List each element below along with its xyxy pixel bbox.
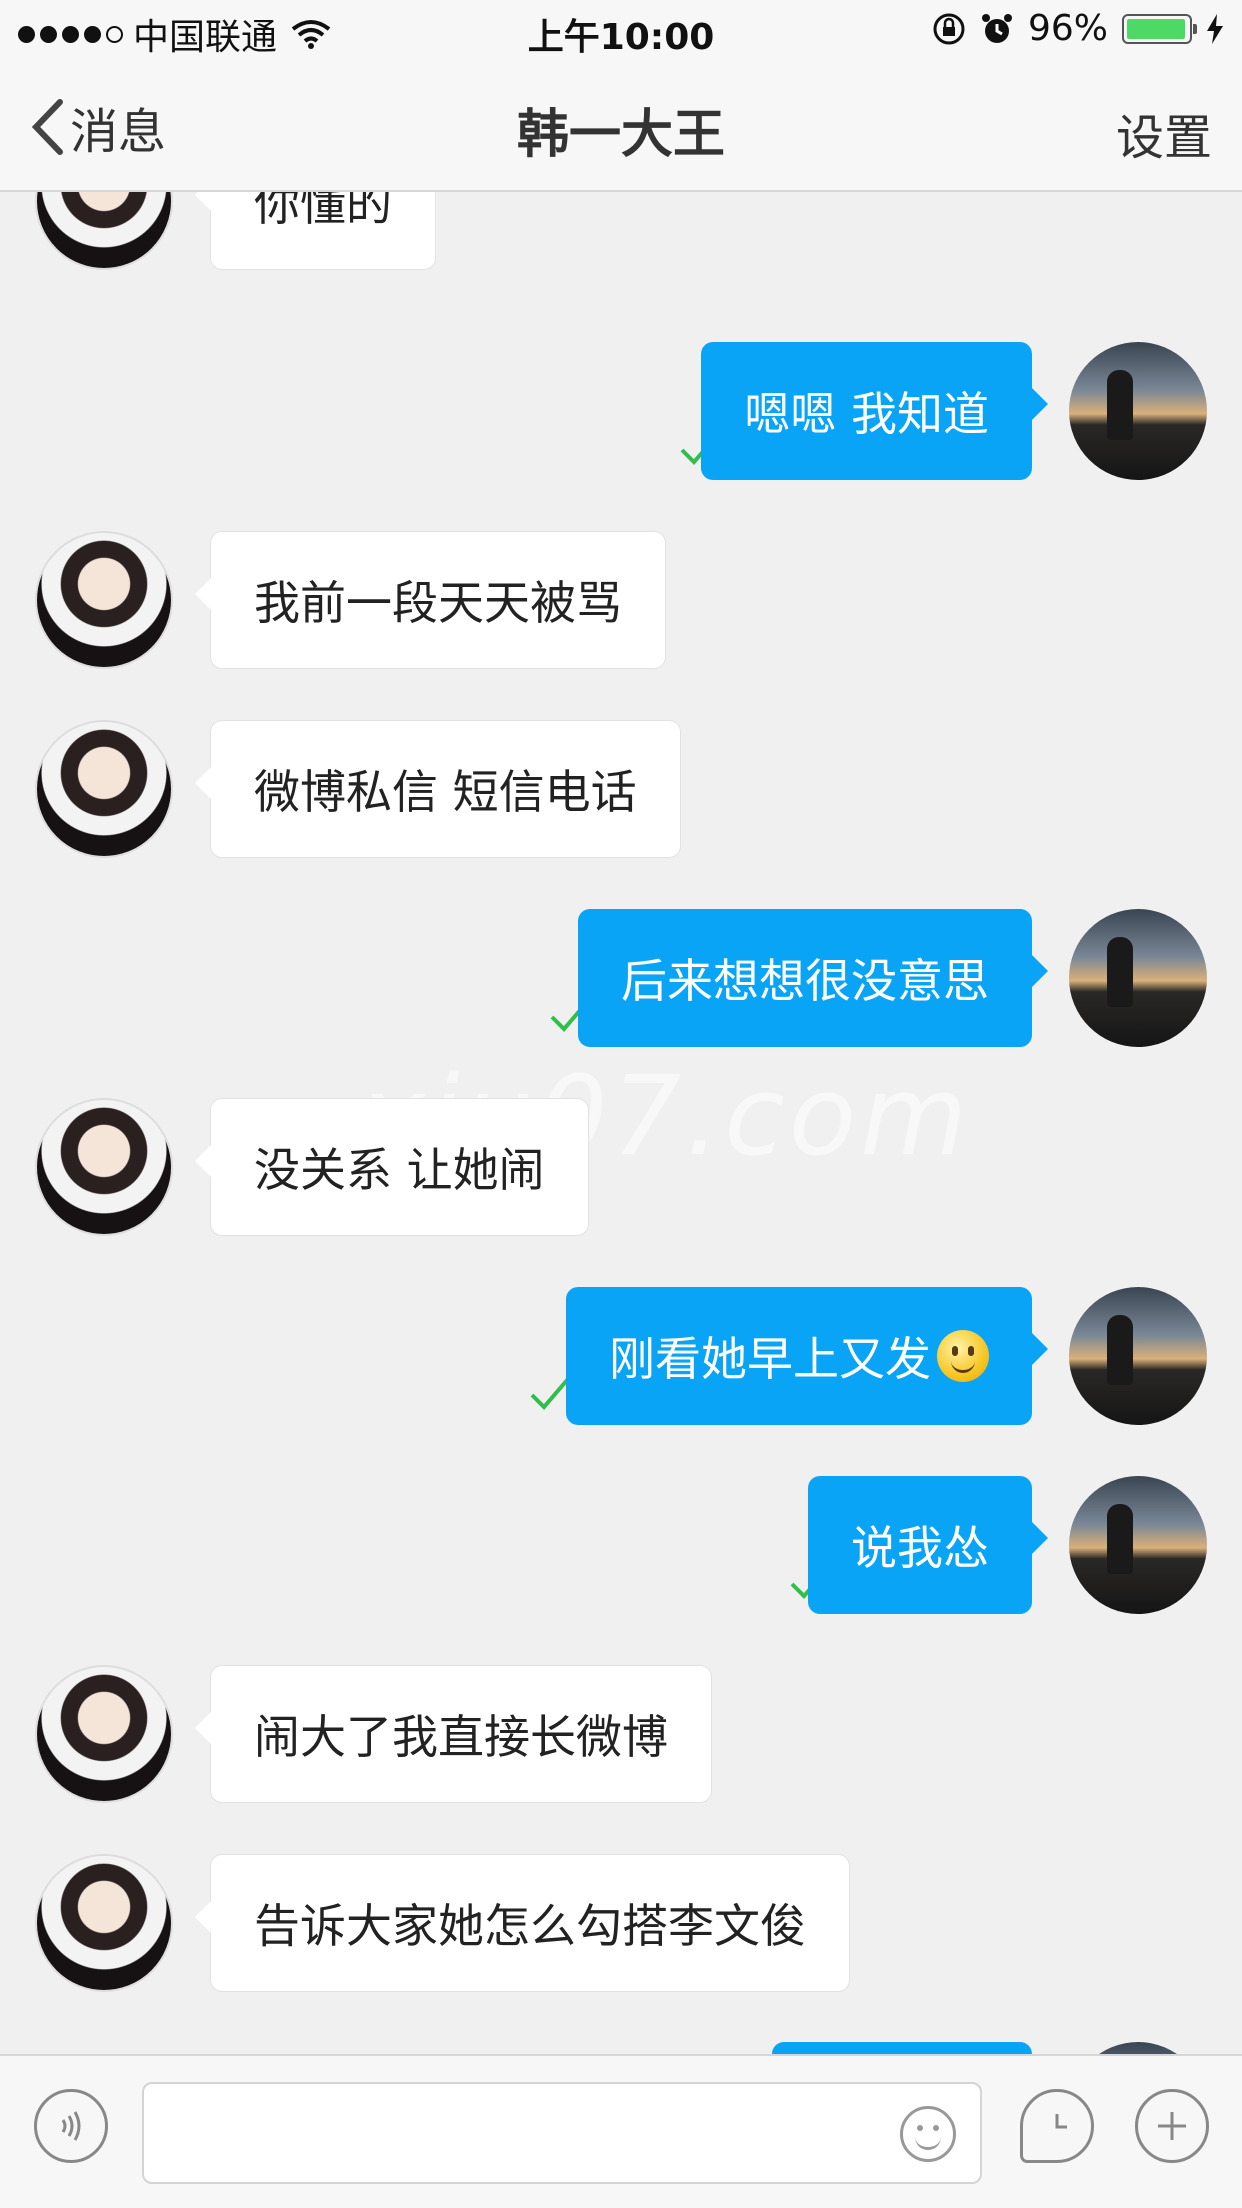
- chat-area[interactable]: xiu07.com 你懂的 嗯嗯 我知道 我前一段天天被骂 微博私信 短信电话 …: [0, 192, 1242, 2054]
- charging-bolt-icon: [1207, 13, 1223, 44]
- voice-icon[interactable]: [34, 2089, 108, 2163]
- my-avatar[interactable]: [1069, 1287, 1207, 1425]
- my-avatar[interactable]: [1069, 342, 1207, 480]
- message-sent-partial: [0, 2042, 1242, 2054]
- settings-button[interactable]: 设置: [1116, 98, 1212, 168]
- message-bubble[interactable]: 你懂的: [195, 192, 436, 270]
- nav-bar: 消息 韩一大王 设置: [0, 60, 1242, 192]
- status-right: 96%: [932, 8, 1224, 49]
- message-text: 刚看她早上又发: [609, 1332, 931, 1386]
- voice-wave-icon: [61, 2111, 81, 2141]
- contact-avatar[interactable]: [35, 1098, 173, 1236]
- battery-level: [1127, 18, 1185, 39]
- message-sent: 后来想想很没意思: [0, 909, 1242, 1049]
- contact-avatar[interactable]: [35, 1854, 173, 1992]
- contact-avatar[interactable]: [35, 531, 173, 669]
- contact-avatar[interactable]: [35, 720, 173, 858]
- message-sent: 刚看她早上又发: [0, 1287, 1242, 1427]
- message-bubble[interactable]: 没关系 让她闹: [195, 1098, 589, 1236]
- plus-icon: [1158, 2112, 1186, 2140]
- message-received: 你懂的: [0, 192, 1242, 272]
- message-received: 没关系 让她闹: [0, 1098, 1242, 1238]
- status-bar: 中国联通 上午10:00 96%: [0, 0, 1242, 60]
- my-avatar[interactable]: [1069, 2042, 1207, 2054]
- message-bubble[interactable]: 刚看她早上又发: [566, 1287, 1048, 1425]
- message-bubble[interactable]: 说我怂: [808, 1476, 1048, 1614]
- contact-avatar[interactable]: [35, 192, 173, 270]
- smiley-emoji-icon: [937, 1330, 989, 1382]
- contact-avatar[interactable]: [35, 1665, 173, 1803]
- message-sent: 嗯嗯 我知道: [0, 342, 1242, 482]
- message-bubble[interactable]: 嗯嗯 我知道: [701, 342, 1048, 480]
- battery-icon: [1122, 13, 1197, 44]
- message-input[interactable]: [142, 2082, 982, 2184]
- my-avatar[interactable]: [1069, 909, 1207, 1047]
- message-received: 闹大了我直接长微博: [0, 1665, 1242, 1805]
- input-bar: [0, 2054, 1242, 2208]
- message-received: 我前一段天天被骂: [0, 531, 1242, 671]
- history-icon[interactable]: [1020, 2089, 1094, 2163]
- message-bubble[interactable]: 微博私信 短信电话: [195, 720, 681, 858]
- add-icon[interactable]: [1135, 2089, 1209, 2163]
- my-avatar[interactable]: [1069, 1476, 1207, 1614]
- emoji-icon[interactable]: [900, 2106, 956, 2162]
- message-bubble-partial[interactable]: [772, 2042, 1032, 2054]
- message-bubble[interactable]: 告诉大家她怎么勾搭李文俊: [195, 1854, 850, 1992]
- clock-icon: [1055, 2114, 1067, 2129]
- chat-title: 韩一大王: [516, 105, 725, 165]
- alarm-icon: [981, 13, 1012, 43]
- message-bubble[interactable]: 闹大了我直接长微博: [195, 1665, 712, 1803]
- orientation-lock-icon: [933, 13, 965, 44]
- message-bubble[interactable]: 我前一段天天被骂: [195, 531, 666, 669]
- message-bubble[interactable]: 后来想想很没意思: [578, 909, 1048, 1047]
- message-received: 告诉大家她怎么勾搭李文俊: [0, 1854, 1242, 1994]
- message-received: 微博私信 短信电话: [0, 720, 1242, 860]
- message-sent: 说我怂: [0, 1476, 1242, 1616]
- battery-percent: 96%: [1027, 8, 1108, 49]
